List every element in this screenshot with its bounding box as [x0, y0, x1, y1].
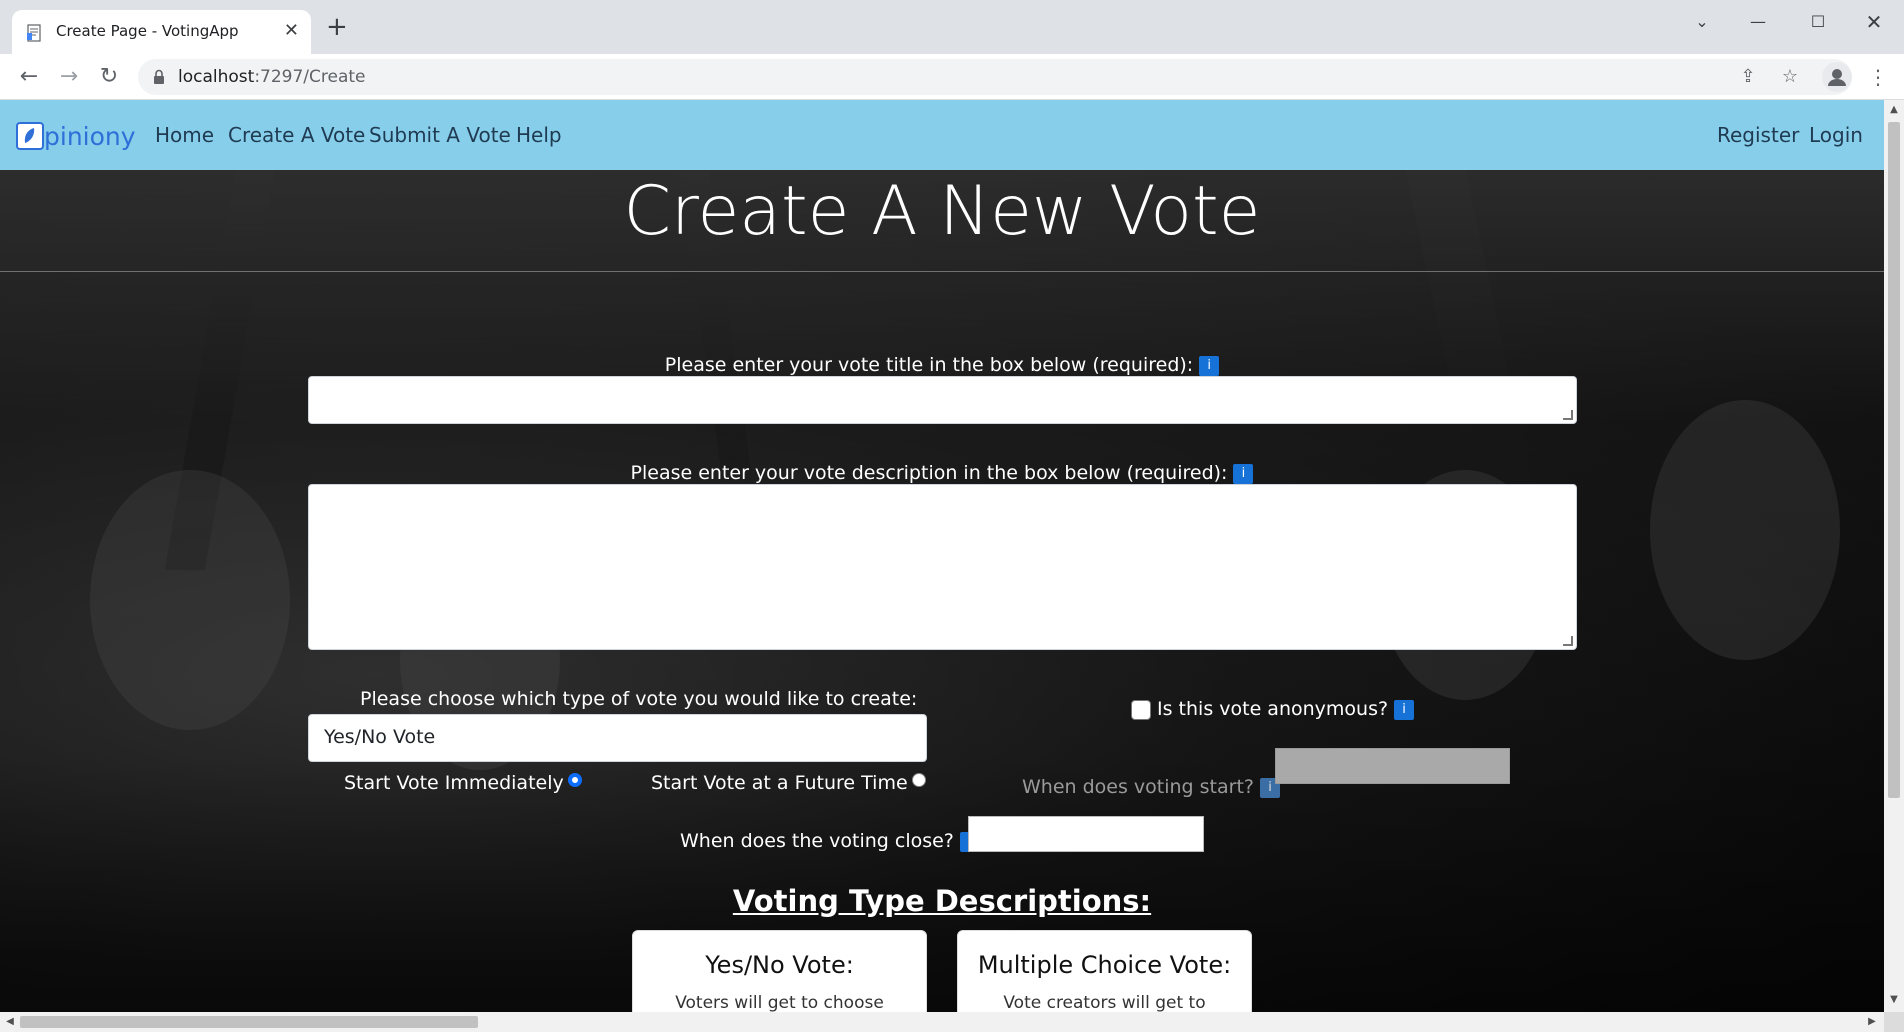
- vote-title-label-row: Please enter your vote title in the box …: [0, 354, 1884, 376]
- info-icon[interactable]: i: [1233, 463, 1254, 484]
- voting-start-input[interactable]: [1275, 748, 1510, 784]
- plus-icon[interactable]: +: [326, 14, 348, 40]
- reload-icon[interactable]: ↻: [94, 62, 124, 92]
- scroll-down-icon[interactable]: ▼: [1888, 994, 1900, 1008]
- scroll-right-icon[interactable]: ▶: [1866, 1016, 1878, 1028]
- browser-tab[interactable]: Create Page - VotingApp ✕: [12, 10, 311, 54]
- title-divider: [0, 271, 1884, 272]
- forward-icon[interactable]: →: [54, 62, 84, 92]
- anonymous-label: Is this vote anonymous?: [1157, 698, 1389, 720]
- page-icon: [27, 24, 41, 42]
- brand-logo[interactable]: piniony: [16, 120, 136, 152]
- leaf-icon: [16, 122, 44, 150]
- share-icon[interactable]: ⇪: [1736, 65, 1760, 89]
- vertical-scrollbar[interactable]: ▲ ▼: [1884, 100, 1904, 1012]
- card-title: Multiple Choice Vote:: [977, 951, 1232, 979]
- scroll-up-icon[interactable]: ▲: [1888, 104, 1900, 118]
- card-text: Vote creators will get to: [1003, 993, 1206, 1012]
- card-title: Yes/No Vote:: [705, 951, 854, 979]
- nav-create-vote[interactable]: Create A Vote: [228, 123, 365, 147]
- nav-login[interactable]: Login: [1809, 123, 1863, 147]
- nav-submit-vote[interactable]: Submit A Vote: [369, 123, 511, 147]
- card-text: Voters will get to choose: [675, 993, 884, 1012]
- anonymous-label-row: Is this vote anonymous? i: [1157, 698, 1415, 720]
- menu-icon[interactable]: ⋮: [1868, 62, 1888, 92]
- vote-type-label: Please choose which type of vote you wou…: [360, 688, 918, 710]
- info-icon[interactable]: i: [1199, 355, 1220, 376]
- description-label-row: Please enter your vote description in th…: [0, 462, 1884, 484]
- browser-tabstrip: Create Page - VotingApp ✕ + ⌄ — ☐ ✕: [0, 0, 1904, 54]
- resize-grip-icon[interactable]: [1563, 636, 1573, 646]
- start-future-label: Start Vote at a Future Time: [651, 772, 908, 794]
- voting-close-input[interactable]: [968, 816, 1204, 852]
- vote-type-select[interactable]: Yes/No Vote: [308, 714, 927, 762]
- vertical-scroll-thumb[interactable]: [1888, 122, 1900, 798]
- voting-type-descriptions-heading: Voting Type Descriptions:: [732, 884, 1152, 918]
- maximize-icon[interactable]: ☐: [1798, 8, 1838, 36]
- voting-start-label: When does voting start?: [1022, 776, 1254, 798]
- page-viewport: piniony Home Create A Vote Submit A Vote…: [0, 100, 1884, 1012]
- lock-icon: [154, 69, 164, 84]
- info-icon[interactable]: i: [1394, 699, 1415, 720]
- voting-close-label: When does the voting close?: [680, 830, 954, 852]
- brand-name: piniony: [44, 121, 136, 151]
- scrollbar-corner: [1884, 1012, 1904, 1032]
- horizontal-scroll-thumb[interactable]: [20, 1016, 478, 1028]
- nav-register[interactable]: Register: [1717, 123, 1799, 147]
- start-immediately-radio[interactable]: [567, 772, 582, 787]
- nav-home[interactable]: Home: [155, 123, 214, 147]
- voting-start-label-row: When does voting start? i: [1022, 776, 1280, 798]
- profile-icon[interactable]: [1822, 62, 1852, 92]
- start-immediately-option[interactable]: Start Vote Immediately: [344, 772, 582, 794]
- address-bar[interactable]: localhost:7297/Create ⇪ ☆: [138, 59, 1852, 95]
- close-window-icon[interactable]: ✕: [1854, 8, 1894, 36]
- start-future-radio[interactable]: [911, 772, 926, 787]
- resize-grip-icon[interactable]: [1563, 410, 1573, 420]
- profile-avatar-icon: [1828, 69, 1846, 86]
- site-navbar: piniony Home Create A Vote Submit A Vote…: [0, 100, 1884, 170]
- start-immediately-label: Start Vote Immediately: [344, 772, 564, 794]
- browser-toolbar: ← → ↻ localhost:7297/Create ⇪ ☆ ⋮: [0, 54, 1904, 100]
- vote-title-label: Please enter your vote title in the box …: [664, 354, 1194, 376]
- vote-title-input[interactable]: [308, 376, 1577, 424]
- tab-title: Create Page - VotingApp: [56, 22, 239, 40]
- star-icon[interactable]: ☆: [1778, 65, 1802, 89]
- description-label: Please enter your vote description in th…: [630, 462, 1228, 484]
- vote-description-input[interactable]: [308, 484, 1577, 650]
- voting-close-label-row: When does the voting close?i: [680, 830, 980, 852]
- horizontal-scrollbar[interactable]: ◀ ▶: [0, 1012, 1884, 1032]
- nav-help[interactable]: Help: [516, 123, 562, 147]
- page-title: Create A New Vote: [623, 172, 1261, 251]
- url-text: localhost:7297/Create: [178, 67, 366, 87]
- multiple-choice-card: Multiple Choice Vote: Vote creators will…: [957, 930, 1252, 1012]
- chevron-down-icon[interactable]: ⌄: [1682, 8, 1722, 36]
- yes-no-card: Yes/No Vote: Voters will get to choose: [632, 930, 927, 1012]
- minimize-icon[interactable]: —: [1738, 8, 1778, 36]
- start-future-option[interactable]: Start Vote at a Future Time: [651, 772, 926, 794]
- scroll-left-icon[interactable]: ◀: [4, 1016, 16, 1028]
- anonymous-checkbox[interactable]: [1131, 700, 1151, 720]
- hero-background: Create A New Vote Please enter your vote…: [0, 170, 1884, 1012]
- back-icon[interactable]: ←: [14, 62, 44, 92]
- close-icon[interactable]: ✕: [284, 22, 299, 40]
